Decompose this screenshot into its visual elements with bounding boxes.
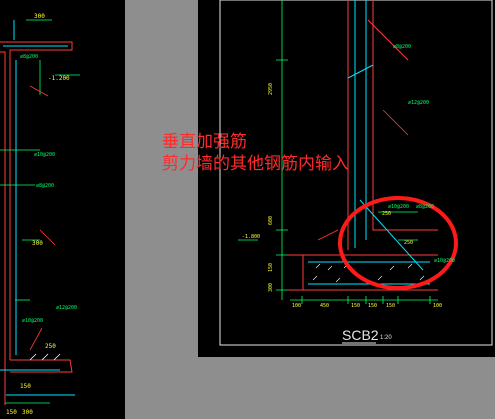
leader-lines bbox=[317, 109, 409, 241]
dim-label: 450 bbox=[320, 303, 329, 309]
dim-label: 150 bbox=[351, 303, 360, 309]
dim-label: 250 bbox=[45, 343, 56, 350]
cad-drawing-left: 300 150 150 300 250 300 -1.200 ⌀8@200 ⌀1… bbox=[0, 13, 80, 416]
dim-label: 150 bbox=[20, 383, 31, 390]
section-title: SCB2 bbox=[342, 327, 379, 343]
footing-hatch bbox=[312, 263, 425, 283]
cad-viewport-right[interactable]: ⌀8@200 ⌀12@200 ⌀10@200 ⌀8@200 ⌀10@200 29… bbox=[198, 0, 495, 357]
cad-viewport-left[interactable]: 300 150 150 300 250 300 -1.200 ⌀8@200 ⌀1… bbox=[0, 0, 125, 419]
rebar-label: ⌀8@200 bbox=[393, 44, 411, 50]
dim-label: 300 bbox=[268, 283, 274, 292]
wall-outline bbox=[0, 41, 73, 405]
dim-label: 250 bbox=[382, 211, 391, 217]
dim-label: 150 bbox=[268, 263, 274, 272]
dim-label: 300 bbox=[22, 409, 33, 416]
dim-label: 600 bbox=[268, 216, 274, 225]
rebar-label: ⌀8@200 bbox=[20, 54, 38, 60]
rebar-label: ⌀10@200 bbox=[22, 318, 43, 324]
dim-label: 300 bbox=[32, 240, 43, 247]
rebar-label: ⌀10@200 bbox=[34, 152, 55, 158]
cad-drawing-right: ⌀8@200 ⌀12@200 ⌀10@200 ⌀8@200 ⌀10@200 29… bbox=[219, 0, 493, 346]
dim-label: 300 bbox=[34, 13, 45, 20]
annotation-line-1: 垂直加强筋 bbox=[162, 132, 247, 152]
elevation-label: -1.800 bbox=[242, 234, 260, 240]
rebar-label: ⌀12@200 bbox=[408, 100, 429, 106]
highlight-circle bbox=[338, 196, 458, 290]
rebar-label: ⌀10@200 bbox=[434, 258, 455, 264]
dim-label: 250 bbox=[404, 240, 413, 246]
annotation-line-2: 剪力墙的其他钢筋内输入 bbox=[162, 154, 349, 174]
wall-outline bbox=[288, 0, 438, 291]
dim-label: 150 bbox=[6, 409, 17, 416]
dim-label: 150 bbox=[386, 303, 395, 309]
dim-label: 2950 bbox=[268, 83, 274, 95]
leader-lines bbox=[29, 85, 56, 351]
dim-label: 100 bbox=[433, 303, 442, 309]
dim-label: 100 bbox=[292, 303, 301, 309]
dim-label: 150 bbox=[368, 303, 377, 309]
elevation-label: -1.200 bbox=[48, 75, 70, 82]
section-scale: 1:20 bbox=[380, 335, 392, 341]
rebar-label: ⌀12@200 bbox=[56, 305, 77, 311]
rebar-label: ⌀10@200 bbox=[388, 204, 409, 210]
rebar-label: ⌀8@200 bbox=[36, 183, 54, 189]
rebar-label: ⌀8@200 bbox=[416, 204, 434, 210]
hatch-marks bbox=[29, 353, 61, 361]
